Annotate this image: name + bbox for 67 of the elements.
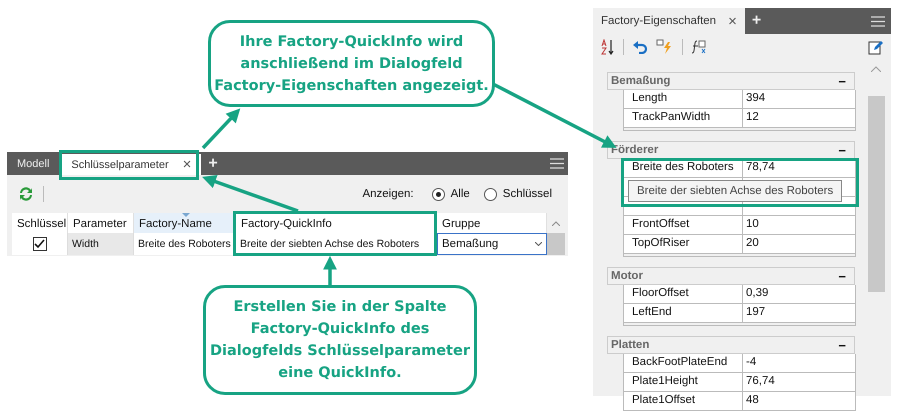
group-title: Bemaßung (611, 75, 670, 87)
property-name: BackFootPlateEnd (624, 354, 743, 372)
undo-icon[interactable] (632, 40, 648, 54)
table-cell[interactable]: Breite des Roboters (134, 233, 236, 255)
menu-icon[interactable] (871, 16, 885, 26)
close-icon[interactable]: × (182, 156, 192, 173)
property-name: Length (624, 90, 743, 108)
group-header[interactable]: Förderer − (607, 141, 855, 159)
radio-option[interactable]: Alle (432, 188, 470, 200)
arrow (202, 108, 240, 150)
table-cell[interactable]: Breite der siebten Achse des Roboters (236, 233, 437, 255)
property-name: TrackPanWidth (624, 109, 743, 127)
sort-icon[interactable] (601, 39, 615, 55)
property-name: LeftEnd (624, 304, 743, 322)
property-value[interactable]: 197 (743, 304, 855, 322)
callout: Erstellen Sie in der Spalte Factory-QuickInfo des Dialogfelds Schlüsselparameter eine QuickInfo. (203, 285, 477, 395)
collapse-toggle[interactable]: − (838, 142, 846, 158)
tooltip: Breite der siebten Achse des Roboters (628, 180, 842, 202)
group-title: Platten (611, 339, 650, 351)
property-value[interactable]: 394 (743, 90, 855, 108)
column-header[interactable]: Factory-Name (134, 213, 236, 233)
refresh-icon[interactable] (17, 185, 35, 203)
property-value[interactable]: -4 (743, 354, 855, 372)
show-label: Anzeigen: (362, 188, 414, 200)
scrollbar-thumb[interactable] (868, 96, 884, 292)
group-header[interactable]: Motor − (607, 267, 855, 285)
arrow (323, 256, 337, 287)
column-header[interactable]: Schlüssel (12, 213, 68, 233)
property-name: FrontOffset (624, 216, 743, 234)
property-name: Plate1Offset (624, 392, 743, 410)
column-header[interactable]: Gruppe (437, 213, 547, 233)
property-name: Breite des Roboters (624, 159, 743, 177)
group-dropdown[interactable]: Bemaßung (437, 233, 547, 255)
group-header[interactable]: Bemaßung − (607, 72, 855, 90)
property-value[interactable]: 48 (743, 392, 855, 410)
collapse-toggle[interactable]: − (838, 338, 846, 352)
scrollbar-thumb[interactable] (547, 233, 565, 255)
tab[interactable]: Modell (7, 152, 60, 175)
property-name: TopOfRiser (624, 235, 743, 253)
add-tab-button[interactable]: + (201, 154, 225, 172)
menu-icon[interactable] (550, 158, 564, 169)
tab[interactable]: Schlüsselparameter × (61, 154, 202, 175)
tab[interactable]: Factory-Eigenschaften × (593, 8, 745, 34)
column-header[interactable]: Parameter (68, 213, 134, 233)
close-icon[interactable]: × (728, 12, 737, 30)
property-value[interactable]: 20 (743, 235, 855, 253)
collapse-toggle[interactable]: − (838, 74, 846, 88)
property-value[interactable]: 78,74 (743, 159, 855, 177)
table-cell: Width (68, 233, 134, 255)
collapse-toggle[interactable]: − (838, 268, 846, 284)
callout: Ihre Factory-QuickInfo wird anschließend im Dialogfeld Factory-Eigenschaften angezeigt. (208, 20, 495, 107)
add-tab-button[interactable]: + (744, 12, 768, 30)
group-title: Motor (611, 270, 643, 282)
checkbox[interactable] (32, 237, 46, 251)
caret-icon[interactable] (535, 242, 542, 246)
property-value[interactable]: 76,74 (743, 373, 855, 391)
edit-icon[interactable] (868, 40, 883, 54)
lightning-icon[interactable] (656, 39, 674, 55)
property-name: Plate1Height (624, 373, 743, 391)
property-value[interactable]: 12 (743, 109, 855, 127)
radio-option[interactable]: Schlüssel (484, 188, 552, 200)
property-name: FloorOffset (624, 285, 743, 303)
group-title: Förderer (611, 144, 658, 156)
property-value[interactable]: 10 (743, 216, 855, 234)
group-header[interactable]: Platten − (607, 336, 855, 354)
property-value[interactable]: 0,39 (743, 285, 855, 303)
column-header[interactable]: Factory-QuickInfo (236, 213, 437, 233)
